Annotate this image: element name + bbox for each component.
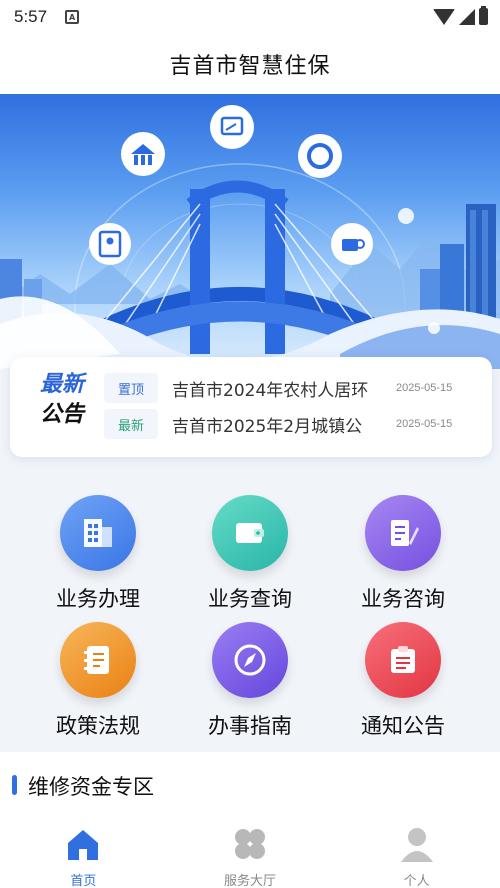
chart-bubble-icon — [210, 105, 254, 149]
hero-banner[interactable] — [0, 94, 500, 369]
service-service-guide[interactable]: 办事指南 — [185, 622, 315, 747]
nav-profile[interactable]: 个人 — [333, 816, 500, 888]
nav-label: 服务大厅 — [224, 874, 277, 888]
nav-label: 个人 — [403, 874, 430, 888]
wallet-icon — [212, 495, 288, 571]
service-business-consult[interactable]: 业务咨询 — [338, 495, 468, 620]
service-label: 业务咨询 — [361, 587, 445, 611]
signal-icon — [459, 8, 475, 25]
service-business-query[interactable]: 业务查询 — [185, 495, 315, 620]
home-icon — [63, 824, 103, 864]
document-book-icon — [60, 622, 136, 698]
status-icons — [433, 6, 488, 25]
nav-label: 首页 — [70, 874, 97, 888]
service-label: 办事指南 — [208, 714, 292, 738]
service-label: 通知公告 — [361, 714, 445, 738]
new-tag: 最新 — [104, 409, 158, 439]
announcement-badge-latest: 最新 — [39, 372, 84, 397]
building-icon — [60, 495, 136, 571]
section-accent-bar — [12, 775, 17, 795]
announcement-card: 最新 公告 置顶 吉首市2024年农村人居环 2025-05-15 最新 吉首市… — [10, 357, 492, 457]
status-time: 5:57 — [14, 7, 48, 26]
page-title: 吉首市智慧住保 — [169, 54, 331, 79]
announcement-date: 2025-05-15 — [396, 418, 453, 430]
grid-clover-icon — [230, 824, 270, 864]
service-business-handling[interactable]: 业务办理 — [33, 495, 163, 620]
bridge-city-illustration — [0, 105, 500, 369]
service-notices[interactable]: 通知公告 — [338, 622, 468, 747]
notepad-pen-icon — [365, 495, 441, 571]
nav-service-hall[interactable]: 服务大厅 — [167, 816, 334, 888]
nav-home[interactable]: 首页 — [0, 816, 167, 888]
section-title: 维修资金专区 — [28, 775, 154, 799]
bank-bubble-icon — [121, 132, 165, 176]
notice-icon — [365, 622, 441, 698]
id-card-bubble-icon — [89, 223, 131, 265]
announcement-title: 吉首市2025年2月城镇公 — [172, 416, 363, 437]
status-bar: 5:57 A — [0, 0, 500, 34]
pinned-tag: 置顶 — [104, 373, 158, 403]
app-header: 吉首市智慧住保 — [0, 34, 500, 94]
notification-icon: A — [65, 10, 80, 24]
announcement-item[interactable]: 最新 吉首市2025年2月城镇公 2025-05-15 — [104, 407, 484, 441]
coffee-bubble-icon — [331, 223, 373, 265]
camera-bubble-icon — [298, 134, 342, 178]
person-icon — [397, 824, 437, 864]
service-label: 政策法规 — [56, 714, 140, 738]
wifi-icon — [433, 8, 455, 25]
compass-icon — [212, 622, 288, 698]
service-grid: 业务办理 业务查询 业务咨询 政策法规 办事指南 通知公告 — [0, 480, 500, 750]
announcement-badge: 最新 公告 — [30, 371, 94, 431]
bottom-navigation: 首页 服务大厅 个人 — [0, 816, 500, 888]
maintenance-fund-section[interactable]: 维修资金专区 — [0, 752, 500, 816]
battery-icon — [479, 6, 488, 25]
announcement-badge-notice: 公告 — [39, 402, 84, 427]
announcement-date: 2025-05-15 — [396, 382, 453, 394]
service-policy-regulations[interactable]: 政策法规 — [33, 622, 163, 747]
announcement-item[interactable]: 置顶 吉首市2024年农村人居环 2025-05-15 — [104, 371, 484, 405]
service-label: 业务办理 — [56, 587, 140, 611]
service-label: 业务查询 — [208, 587, 292, 611]
announcement-title: 吉首市2024年农村人居环 — [172, 380, 369, 401]
